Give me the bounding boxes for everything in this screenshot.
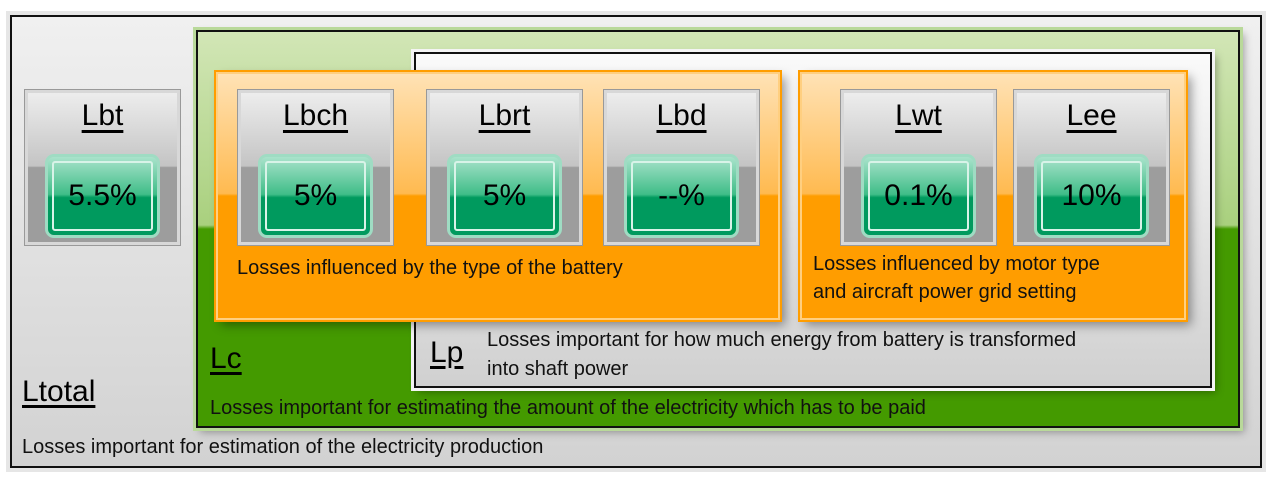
card-value: 5.5% (48, 157, 157, 235)
card-lbt: Lbt 5.5% (24, 89, 181, 246)
card-label: Lwt (895, 99, 942, 132)
card-lbrt: Lbrt 5% (426, 89, 583, 246)
card-lbd: Lbd --% (603, 89, 760, 246)
lp-label: Lp (430, 336, 464, 369)
lp-description-1: Losses important for how much energy fro… (487, 329, 1077, 351)
card-label: Lbch (282, 99, 349, 132)
ltotal-label: Ltotal (22, 375, 96, 408)
lp-description-2: into shaft power (487, 358, 629, 380)
card-value: 5% (261, 157, 370, 235)
battery-group-description: Losses influenced by the type of the bat… (237, 257, 623, 279)
card-value: 0.1% (864, 157, 973, 235)
lc-label: Lc (210, 342, 242, 375)
card-lwt: Lwt 0.1% (840, 89, 997, 246)
ltotal-description: Losses important for estimation of the e… (22, 436, 544, 458)
card-label: Lbt (81, 99, 124, 132)
card-lbch: Lbch 5% (237, 89, 394, 246)
card-value: --% (627, 157, 736, 235)
card-value: 10% (1037, 157, 1146, 235)
card-label: Lbd (656, 99, 707, 132)
card-label: Lee (1066, 99, 1117, 132)
card-lee: Lee 10% (1013, 89, 1170, 246)
motor-group-description-1: Losses influenced by motor type (813, 253, 1100, 275)
card-value: 5% (450, 157, 559, 235)
card-label: Lbrt (478, 99, 531, 132)
motor-group-description-2: and aircraft power grid setting (813, 281, 1077, 303)
lc-description: Losses important for estimating the amou… (210, 397, 926, 419)
